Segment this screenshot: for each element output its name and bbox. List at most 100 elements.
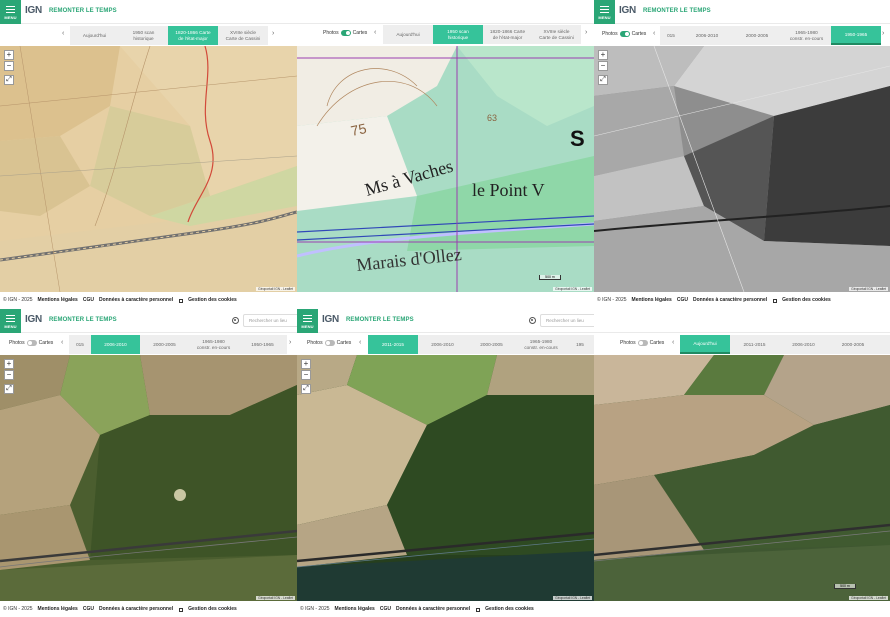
timeline-slot[interactable]: 1950-1965: [238, 335, 287, 354]
toggle-switch[interactable]: [619, 31, 630, 37]
chevron-right-icon[interactable]: ›: [272, 30, 274, 37]
timeline-slot[interactable]: 2006-2010: [682, 26, 732, 45]
timeline-slot[interactable]: 1820-1866 Carte de l'état-major: [483, 25, 532, 44]
chevron-left-icon[interactable]: ‹: [62, 30, 64, 37]
app-header: MENU IGN REMONTER LE TEMPS Rechercher un…: [0, 309, 297, 333]
zoom-in-button[interactable]: +: [4, 359, 14, 369]
timeline-slot[interactable]: XVIIIe siècle Carte de Cassini: [218, 26, 268, 45]
zoom-in-button[interactable]: +: [4, 50, 14, 60]
toggle-switch[interactable]: [340, 30, 351, 36]
toggle-switch[interactable]: [324, 340, 335, 346]
footer-personal-data-link[interactable]: Données à caractère personnel: [99, 606, 173, 612]
fullscreen-button[interactable]: ⤢: [598, 75, 608, 85]
footer-cookies-link[interactable]: Gestion des cookies: [188, 606, 237, 612]
ign-logo[interactable]: IGN: [25, 5, 42, 16]
footer-personal-data-link[interactable]: Données à caractère personnel: [396, 606, 470, 612]
footer-personal-data-link[interactable]: Données à caractère personnel: [99, 297, 173, 303]
timeline-slot-active[interactable]: 1820-1866 Carte de l'état-major: [168, 26, 218, 45]
map-panel-3: MENU IGN REMONTER LE TEMPS Photos Cartes…: [594, 0, 890, 308]
zoom-in-button[interactable]: +: [598, 50, 608, 60]
zoom-in-button[interactable]: +: [301, 359, 311, 369]
map-view[interactable]: + − ⤢ Géoportail IGN - Leaflet: [297, 355, 594, 601]
footer-cgu-link[interactable]: CGU: [677, 297, 688, 303]
locate-icon[interactable]: [232, 317, 239, 324]
photo-map-toggle[interactable]: Photos Cartes: [602, 31, 646, 37]
photo-map-toggle[interactable]: Photos Cartes: [307, 340, 351, 346]
zoom-out-button[interactable]: −: [598, 61, 608, 71]
timeline-slot-active[interactable]: Aujourd'hui: [680, 335, 730, 354]
timeline-slot[interactable]: 2011-2015: [730, 335, 779, 354]
timeline-slot[interactable]: Aujourd'hui: [70, 26, 119, 45]
timeline-slot[interactable]: 195: [566, 335, 594, 354]
map-attribution: Géoportail IGN - Leaflet: [849, 287, 888, 291]
map-view[interactable]: + − ⤢ Géoportail IGN - Leaflet: [0, 46, 297, 292]
timeline-slot[interactable]: 2000-2005: [140, 335, 189, 354]
timeline-slot-active[interactable]: 2006-2010: [91, 335, 140, 354]
footer-legal-link[interactable]: Mentions légales: [38, 297, 78, 303]
menu-button[interactable]: MENU: [297, 309, 318, 333]
timeline-slot[interactable]: 015: [69, 335, 91, 354]
zoom-out-button[interactable]: −: [301, 370, 311, 380]
map-view[interactable]: + − ⤢ Géoportail IGN - Leaflet: [594, 46, 890, 292]
footer-copyright: © IGN - 2025: [3, 297, 33, 303]
ign-logo[interactable]: IGN: [25, 314, 42, 325]
menu-button[interactable]: MENU: [0, 309, 21, 333]
timeline-slot[interactable]: 2000-2005: [828, 335, 878, 354]
timeline-slot[interactable]: [878, 335, 890, 354]
footer-personal-data-link[interactable]: Données à caractère personnel: [693, 297, 767, 303]
timeline-slot[interactable]: 1965-1980 constr. en-cours: [782, 26, 831, 45]
timeline-slot[interactable]: 1950 scan historique: [119, 26, 168, 45]
map-view[interactable]: 500 m Géoportail IGN - Leaflet: [594, 355, 890, 601]
footer-cookies-link[interactable]: Gestion des cookies: [485, 606, 534, 612]
photo-map-toggle[interactable]: Photos Cartes: [620, 340, 664, 346]
photo-map-toggle[interactable]: Photos Cartes: [9, 340, 53, 346]
toggle-switch[interactable]: [26, 340, 37, 346]
locate-icon[interactable]: [529, 317, 536, 324]
chevron-right-icon[interactable]: ›: [289, 339, 291, 346]
ign-logo[interactable]: IGN: [619, 5, 636, 16]
menu-button[interactable]: MENU: [0, 0, 21, 24]
footer-legal-link[interactable]: Mentions légales: [335, 606, 375, 612]
footer-cookies-link[interactable]: Gestion des cookies: [782, 297, 831, 303]
footer-cgu-link[interactable]: CGU: [83, 297, 94, 303]
zoom-out-button[interactable]: −: [4, 61, 14, 71]
timeline-slot[interactable]: 2000-2005: [732, 26, 782, 45]
timeline-slot[interactable]: 1965-1980 constr. en-cours: [189, 335, 238, 354]
footer-legal-link[interactable]: Mentions légales: [632, 297, 672, 303]
photo-map-toggle[interactable]: Photos Cartes: [323, 30, 367, 36]
timeline-slot-active[interactable]: 1950-1965: [831, 26, 881, 45]
chevron-left-icon[interactable]: ‹: [672, 339, 674, 346]
timeline-slot[interactable]: 2006-2010: [418, 335, 467, 354]
timeline-slot[interactable]: 015: [660, 26, 682, 45]
timeline-slot[interactable]: 2006-2010: [779, 335, 828, 354]
chevron-left-icon[interactable]: ‹: [359, 339, 361, 346]
timeline-slot[interactable]: XVIIIe siècle Carte de Cassini: [532, 25, 581, 44]
timeline-slot[interactable]: 1965-1980 constr. en-cours: [516, 335, 566, 354]
footer-legal-link[interactable]: Mentions légales: [38, 606, 78, 612]
chevron-right-icon[interactable]: ›: [882, 30, 884, 37]
toggle-switch[interactable]: [637, 340, 648, 346]
footer-copyright: © IGN - 2025: [3, 606, 33, 612]
zoom-out-button[interactable]: −: [4, 370, 14, 380]
timeline-slot-active[interactable]: 1950 scan historique: [433, 25, 483, 44]
map-view[interactable]: 75 63 Ms à Vaches le Point V Marais d'Ol…: [297, 46, 594, 292]
ign-logo[interactable]: IGN: [322, 314, 339, 325]
chevron-left-icon[interactable]: ‹: [653, 30, 655, 37]
fullscreen-button[interactable]: ⤢: [301, 384, 311, 394]
timeline-slot-active[interactable]: 2011-2015: [368, 335, 418, 354]
fullscreen-button[interactable]: ⤢: [4, 75, 14, 85]
menu-button[interactable]: MENU: [594, 0, 615, 24]
timeline-slot[interactable]: 2000-2005: [467, 335, 516, 354]
search-input[interactable]: Rechercher un lieu: [243, 314, 297, 327]
timeline-slot[interactable]: Aujourd'hui: [383, 25, 433, 44]
map-image: [594, 46, 890, 292]
map-view[interactable]: + − ⤢ Géoportail IGN - Leaflet: [0, 355, 297, 601]
chevron-left-icon[interactable]: ‹: [61, 339, 63, 346]
footer-cookies-link[interactable]: Gestion des cookies: [188, 297, 237, 303]
search-input[interactable]: Rechercher un lieu: [540, 314, 594, 327]
chevron-left-icon[interactable]: ‹: [374, 29, 376, 36]
chevron-right-icon[interactable]: ›: [585, 29, 587, 36]
footer-cgu-link[interactable]: CGU: [380, 606, 391, 612]
fullscreen-button[interactable]: ⤢: [4, 384, 14, 394]
footer-cgu-link[interactable]: CGU: [83, 606, 94, 612]
